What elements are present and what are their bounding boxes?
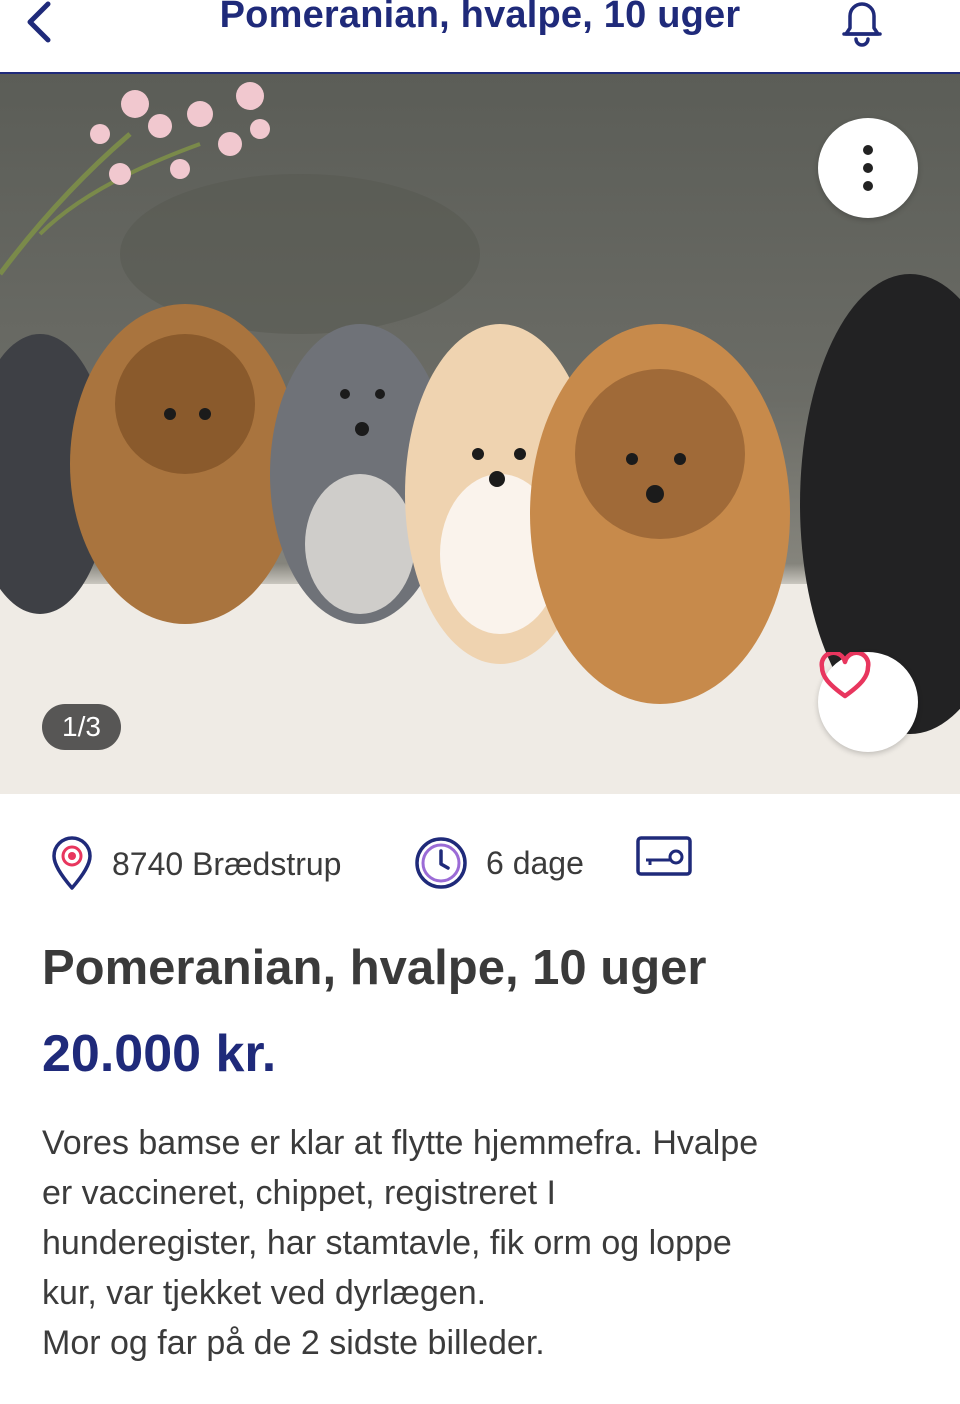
listing-title: Pomeranian, hvalpe, 10 uger <box>42 941 707 995</box>
more-options-button[interactable] <box>818 118 918 218</box>
page-title: Pomeranian, hvalpe, 10 uger <box>219 0 741 36</box>
heart-icon <box>819 652 871 699</box>
location-info: 8740 Brædstrup <box>50 836 341 892</box>
age-text: 6 dage <box>486 844 584 881</box>
listing-price: 20.000 kr. <box>42 1025 277 1083</box>
description-line: er vaccineret, chippet, registreret I <box>42 1174 557 1212</box>
shipping-info[interactable] <box>636 836 692 876</box>
top-bar: Pomeranian, hvalpe, 10 uger <box>0 0 960 74</box>
description-line: Vores bamse er klar at flytte hjemmefra.… <box>42 1124 759 1162</box>
description-line: kur, var tjekket ved dyrlægen. <box>42 1274 487 1312</box>
age-info: 6 dage <box>414 836 584 890</box>
notification-button[interactable] <box>836 0 888 48</box>
clock-icon <box>415 837 467 889</box>
location-pin-icon <box>52 836 92 890</box>
puppies-image <box>0 82 960 794</box>
bell-icon <box>842 2 882 47</box>
description-line: Mor og far på de 2 sidste billeder. <box>42 1324 545 1362</box>
listing-meta: 8740 Brædstrup 6 dage <box>46 836 926 896</box>
description-line: hunderegister, har stamtavle, fik orm og… <box>42 1224 732 1262</box>
key-card-icon <box>636 836 692 876</box>
listing-description: Vores bamse er klar at flytte hjemmefra.… <box>42 1118 922 1368</box>
favorite-button[interactable] <box>818 652 918 752</box>
location-text: 8740 Brædstrup <box>112 845 342 882</box>
more-vertical-icon <box>863 145 873 191</box>
listing-photo[interactable]: 1/3 <box>0 74 960 794</box>
image-counter: 1/3 <box>42 704 121 750</box>
